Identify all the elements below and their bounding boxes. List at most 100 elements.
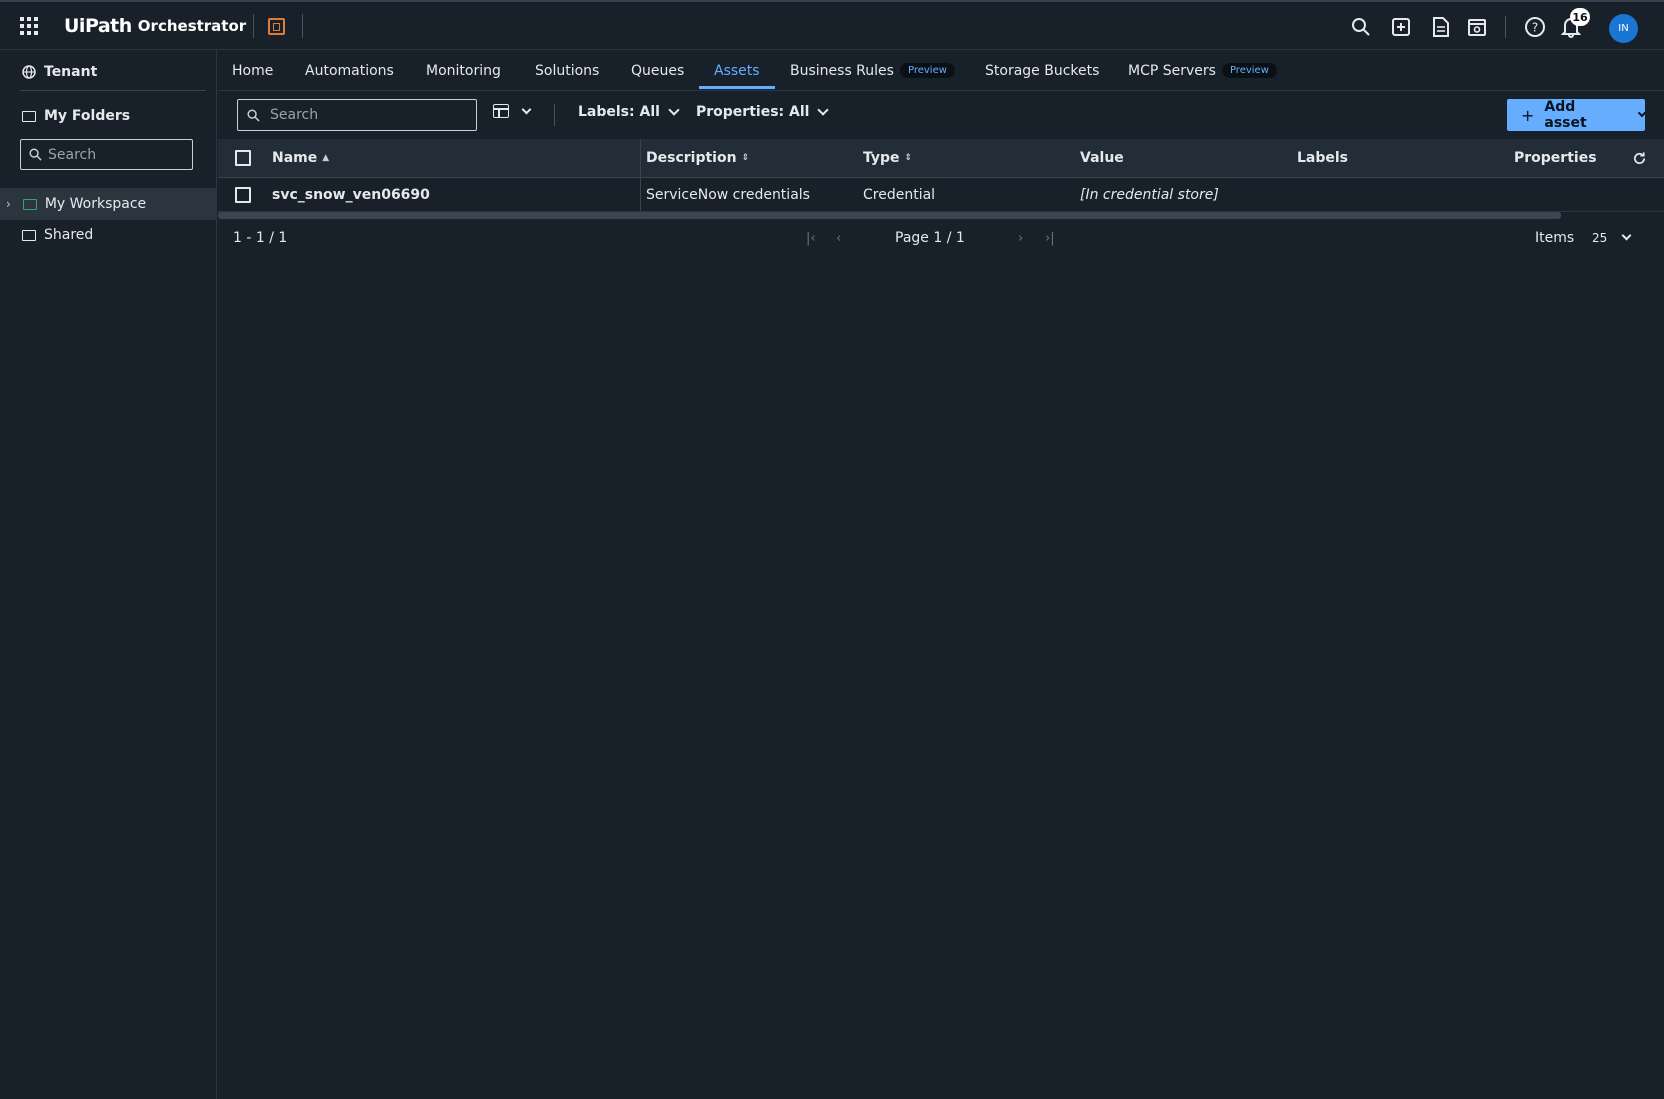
globe-icon (22, 65, 36, 79)
divider (253, 14, 254, 38)
notification-count-badge: 16 (1570, 8, 1590, 26)
column-header-properties: Properties (1514, 150, 1597, 166)
chevron-down-icon (817, 103, 830, 116)
expand-chevron-icon[interactable]: › (6, 197, 11, 211)
labels-filter[interactable]: Labels: All (578, 103, 680, 120)
chevron-down-icon[interactable] (1637, 108, 1647, 117)
column-header-type[interactable]: Type ⇕ (863, 139, 912, 177)
last-page-icon[interactable]: ›| (1045, 222, 1055, 254)
folder-icon (22, 110, 36, 122)
settings-store-icon[interactable] (1464, 14, 1490, 40)
tab-monitoring[interactable]: Monitoring (426, 50, 501, 91)
column-header-label: Name (272, 150, 318, 166)
cell-name[interactable]: svc_snow_ven06690 (272, 178, 430, 211)
svg-text:?: ? (1532, 21, 1538, 35)
search-icon (29, 148, 42, 161)
sort-icon: ⇕ (741, 153, 750, 163)
sidebar-item-label: Shared (44, 227, 94, 243)
tab-home[interactable]: Home (232, 50, 273, 91)
properties-filter-label: Properties: All (696, 104, 810, 120)
next-page-icon[interactable]: › (1018, 222, 1023, 254)
tab-label: Business Rules (790, 62, 894, 79)
tenant-icon[interactable] (268, 18, 285, 35)
column-header-label: Type (863, 150, 900, 166)
preview-badge: Preview (899, 63, 955, 78)
navigation-tabs: Home Automations Monitoring Solutions Qu… (218, 50, 1664, 91)
chevron-down-icon (1621, 230, 1632, 241)
page-size-value: 25 (1592, 231, 1608, 245)
tab-queues[interactable]: Queues (631, 50, 684, 91)
add-resource-icon[interactable] (1388, 14, 1414, 40)
column-header-description[interactable]: Description ⇕ (646, 139, 749, 177)
result-range: 1 - 1 / 1 (233, 230, 288, 246)
tenant-link[interactable]: Tenant (22, 62, 97, 82)
first-page-icon[interactable]: |‹ (806, 222, 816, 254)
search-icon (247, 108, 260, 122)
sidebar-item-my-workspace[interactable]: › My Workspace (6, 194, 146, 214)
divider (1505, 16, 1506, 38)
tab-storage-buckets[interactable]: Storage Buckets (985, 50, 1099, 91)
items-per-page-label: Items (1535, 230, 1575, 246)
app-name: Orchestrator (137, 17, 247, 35)
tab-assets[interactable]: Assets (714, 50, 760, 91)
chevron-down-icon (521, 104, 532, 114)
tab-automations[interactable]: Automations (305, 50, 394, 91)
top-bar: UiPath Orchestrator ? 16 IN (0, 0, 1664, 50)
tab-mcp-servers[interactable]: MCP Servers Preview (1128, 50, 1277, 91)
cell-value: [In credential store] (1080, 186, 1219, 203)
page-size-select[interactable]: 25 (1592, 222, 1632, 254)
help-icon[interactable]: ? (1522, 14, 1548, 40)
column-header-name[interactable]: Name ▲ (272, 139, 329, 177)
column-header-label: Description (646, 150, 737, 166)
sort-icon: ⇕ (904, 153, 913, 163)
column-header-labels: Labels (1297, 150, 1349, 166)
labels-filter-label: Labels: All (578, 104, 660, 120)
preview-badge: Preview (1221, 63, 1277, 78)
properties-filter[interactable]: Properties: All (696, 103, 830, 120)
divider (554, 104, 555, 126)
tab-business-rules[interactable]: Business Rules Preview (790, 50, 955, 91)
chevron-down-icon (668, 103, 680, 116)
my-folders-link[interactable]: My Folders (22, 106, 130, 126)
folder-sidebar: Tenant My Folders Search › My Workspace … (0, 50, 217, 1099)
row-checkbox[interactable] (235, 178, 251, 211)
divider (302, 14, 303, 38)
tab-label: MCP Servers (1128, 62, 1216, 79)
search-placeholder: Search (270, 107, 319, 123)
folder-icon (22, 229, 36, 241)
sidebar-item-shared[interactable]: Shared (22, 225, 93, 245)
page-indicator: Page 1 / 1 (895, 230, 965, 246)
app-launcher-icon[interactable] (18, 15, 40, 37)
my-folders-label: My Folders (44, 108, 131, 124)
asset-search-input[interactable]: Search (237, 99, 477, 131)
tenant-label: Tenant (44, 64, 98, 80)
workspace-folder-icon (22, 198, 37, 210)
column-header-value: Value (1080, 150, 1124, 166)
cell-type: Credential (863, 186, 936, 203)
pagination-bar: 1 - 1 / 1 |‹ ‹ Page 1 / 1 › ›| Items 25 (218, 222, 1664, 254)
search-icon[interactable] (1348, 14, 1374, 40)
horizontal-scrollbar[interactable] (218, 212, 1561, 219)
tab-solutions[interactable]: Solutions (535, 50, 599, 91)
sidebar-item-label: My Workspace (44, 196, 147, 212)
folder-search-input[interactable]: Search (20, 139, 193, 170)
app-logo[interactable]: UiPath Orchestrator (64, 12, 246, 40)
active-tab-indicator (699, 86, 775, 89)
select-all-checkbox[interactable] (235, 139, 251, 177)
folder-search-placeholder: Search (48, 146, 97, 163)
plus-icon: + (1521, 105, 1535, 125)
table-view-icon (493, 104, 509, 118)
add-asset-button[interactable]: + Add asset (1507, 99, 1647, 131)
table-row[interactable]: svc_snow_ven06690 ServiceNow credentials… (218, 178, 1664, 212)
brand-name: UiPath (64, 15, 132, 37)
add-asset-label: Add asset (1544, 99, 1587, 131)
user-avatar[interactable]: IN (1609, 14, 1638, 43)
sort-ascending-icon: ▲ (322, 153, 330, 163)
refresh-icon[interactable] (1632, 139, 1647, 177)
document-icon[interactable] (1428, 14, 1454, 40)
previous-page-icon[interactable]: ‹ (836, 222, 841, 254)
divider (20, 90, 206, 91)
cell-description: ServiceNow credentials (646, 186, 810, 203)
column-view-toggle[interactable] (493, 104, 532, 118)
grid-header: Name ▲ Description ⇕ Type ⇕ Value Labels Pr… (218, 139, 1664, 178)
